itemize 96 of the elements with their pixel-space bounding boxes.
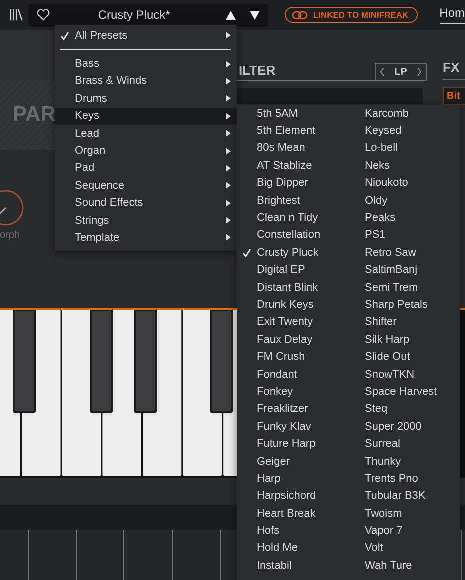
- menu-item[interactable]: Nioukoto: [345, 174, 460, 192]
- link-icon: [292, 10, 308, 20]
- menu-item[interactable]: Super 2000: [345, 418, 460, 436]
- filter-title: ILTER: [238, 63, 276, 80]
- submenu-arrow-icon: [226, 217, 231, 224]
- linked-button[interactable]: LINKED TO MINIFREAK: [285, 7, 418, 23]
- menu-item[interactable]: Keys: [55, 108, 237, 125]
- menu-item[interactable]: Vapor 7: [345, 522, 460, 540]
- filter-mode-selector[interactable]: LP: [375, 63, 427, 80]
- menu-item[interactable]: Hofs: [237, 522, 345, 540]
- menu-item[interactable]: Digital EP: [237, 262, 345, 279]
- menu-item[interactable]: Harp: [237, 470, 345, 488]
- panel-title: PAR: [13, 103, 56, 127]
- previous-preset-icon[interactable]: [226, 10, 236, 20]
- menu-item[interactable]: Hold Me: [237, 540, 345, 558]
- menu-item[interactable]: 5th 5AM: [237, 105, 345, 122]
- menu-item[interactable]: Oldy: [345, 192, 460, 210]
- menu-item[interactable]: Shifter: [345, 314, 460, 332]
- menu-item[interactable]: Keysed: [345, 122, 460, 140]
- menu-item[interactable]: PS1: [345, 226, 460, 244]
- submenu-arrow-icon: [226, 95, 231, 102]
- menu-item[interactable]: Neks: [345, 157, 460, 175]
- menu-item[interactable]: Exit Twenty: [237, 314, 345, 332]
- menu-item[interactable]: Distant Blink: [237, 278, 345, 296]
- menu-item[interactable]: Karcomb: [345, 105, 460, 122]
- menu-item[interactable]: Drums: [55, 90, 237, 108]
- preset-name: Crusty Pluck*: [97, 8, 172, 22]
- submenu-arrow-icon: [226, 78, 231, 85]
- menu-item[interactable]: Heart Break: [237, 504, 345, 522]
- menu-item[interactable]: Organ: [55, 142, 237, 160]
- submenu-arrow-icon: [226, 234, 231, 242]
- next-preset-icon[interactable]: [250, 10, 260, 20]
- menu-item[interactable]: Crusty Pluck: [237, 244, 345, 262]
- menu-item[interactable]: 5th Element: [237, 122, 345, 140]
- menu-item[interactable]: FM Crush: [237, 348, 345, 366]
- menu-item[interactable]: SaltimBanj: [345, 262, 460, 279]
- menu-item[interactable]: Constellation: [237, 226, 345, 244]
- menu-item[interactable]: Peaks: [345, 209, 460, 227]
- menu-item[interactable]: Semi Trem: [345, 278, 460, 296]
- menu-item[interactable]: Space Harvest: [345, 383, 460, 401]
- menu-item[interactable]: SnowTKN: [345, 366, 460, 384]
- menu-item[interactable]: Pad: [55, 160, 237, 178]
- menu-item[interactable]: Fonkey: [237, 383, 345, 401]
- menu-item[interactable]: Fondant: [237, 366, 345, 384]
- menu-item[interactable]: Funky Klav: [237, 418, 345, 436]
- submenu-arrow-icon: [226, 130, 231, 138]
- menu-item[interactable]: Drunk Keys: [237, 296, 345, 314]
- menu-item[interactable]: Sequence: [55, 177, 237, 195]
- menu-item[interactable]: Slide Out: [345, 348, 460, 366]
- menu-item[interactable]: Clean n Tidy: [237, 209, 345, 227]
- preset-selector[interactable]: Crusty Pluck*: [29, 4, 268, 26]
- menu-item[interactable]: Surreal: [345, 435, 460, 453]
- menu-item[interactable]: Retro Saw: [345, 244, 460, 262]
- menu-item[interactable]: Faux Delay: [237, 331, 345, 348]
- menu-item[interactable]: Twoism: [345, 504, 460, 522]
- submenu-arrow-icon: [226, 164, 231, 172]
- chevron-right-icon[interactable]: [417, 68, 422, 76]
- submenu-arrow-icon: [226, 32, 231, 40]
- submenu-arrow-icon: [226, 200, 231, 207]
- heart-icon[interactable]: [37, 9, 50, 21]
- menu-item[interactable]: Lead: [55, 124, 237, 142]
- menu-item[interactable]: Harpsichord: [237, 488, 345, 505]
- submenu-arrow-icon: [226, 112, 231, 120]
- menu-item[interactable]: AT Stablize: [237, 157, 345, 175]
- submenu-arrow-icon: [226, 60, 231, 68]
- knob-label: orph: [0, 230, 20, 241]
- fx-title: FX: [443, 60, 465, 80]
- submenu-arrow-icon: [226, 148, 231, 155]
- menu-item[interactable]: Strings: [55, 212, 237, 230]
- library-icon[interactable]: [10, 8, 24, 22]
- menu-item[interactable]: Brightest: [237, 192, 345, 210]
- menu-item[interactable]: Instabil: [237, 557, 345, 575]
- chevron-left-icon[interactable]: [380, 68, 385, 76]
- menu-item[interactable]: Steq: [345, 400, 460, 418]
- menu-item[interactable]: 80s Mean: [237, 140, 345, 158]
- fx-slot[interactable]: Bit: [443, 87, 465, 105]
- menu-item[interactable]: Bass: [55, 55, 237, 73]
- menu-item[interactable]: Thunky: [345, 452, 460, 470]
- menu-item[interactable]: Silk Harp: [345, 331, 460, 348]
- menu-item[interactable]: Lo-bell: [345, 140, 460, 158]
- submenu-arrow-icon: [226, 182, 231, 190]
- menu-item[interactable]: Big Dipper: [237, 174, 345, 192]
- menu-item[interactable]: Geiger: [237, 452, 345, 470]
- menu-item[interactable]: Freaklitzer: [237, 400, 345, 418]
- menu-item[interactable]: Volt: [345, 540, 460, 558]
- menu-item[interactable]: All Presets: [55, 27, 237, 44]
- menu-item[interactable]: Trents Pno: [345, 470, 460, 488]
- menu-item[interactable]: Future Harp: [237, 435, 345, 453]
- piano-keyboard-drawing[interactable]: [0, 310, 237, 478]
- menu-item[interactable]: Tubular B3K: [345, 488, 460, 505]
- menu-item[interactable]: Wah Ture: [345, 557, 460, 575]
- menu-item[interactable]: Template: [55, 229, 237, 247]
- menu-item[interactable]: Sharp Petals: [345, 296, 460, 314]
- menu-item[interactable]: Sound Effects: [55, 194, 237, 212]
- home-tab[interactable]: Hom: [440, 6, 465, 24]
- menu-item[interactable]: Brass & Winds: [55, 72, 237, 90]
